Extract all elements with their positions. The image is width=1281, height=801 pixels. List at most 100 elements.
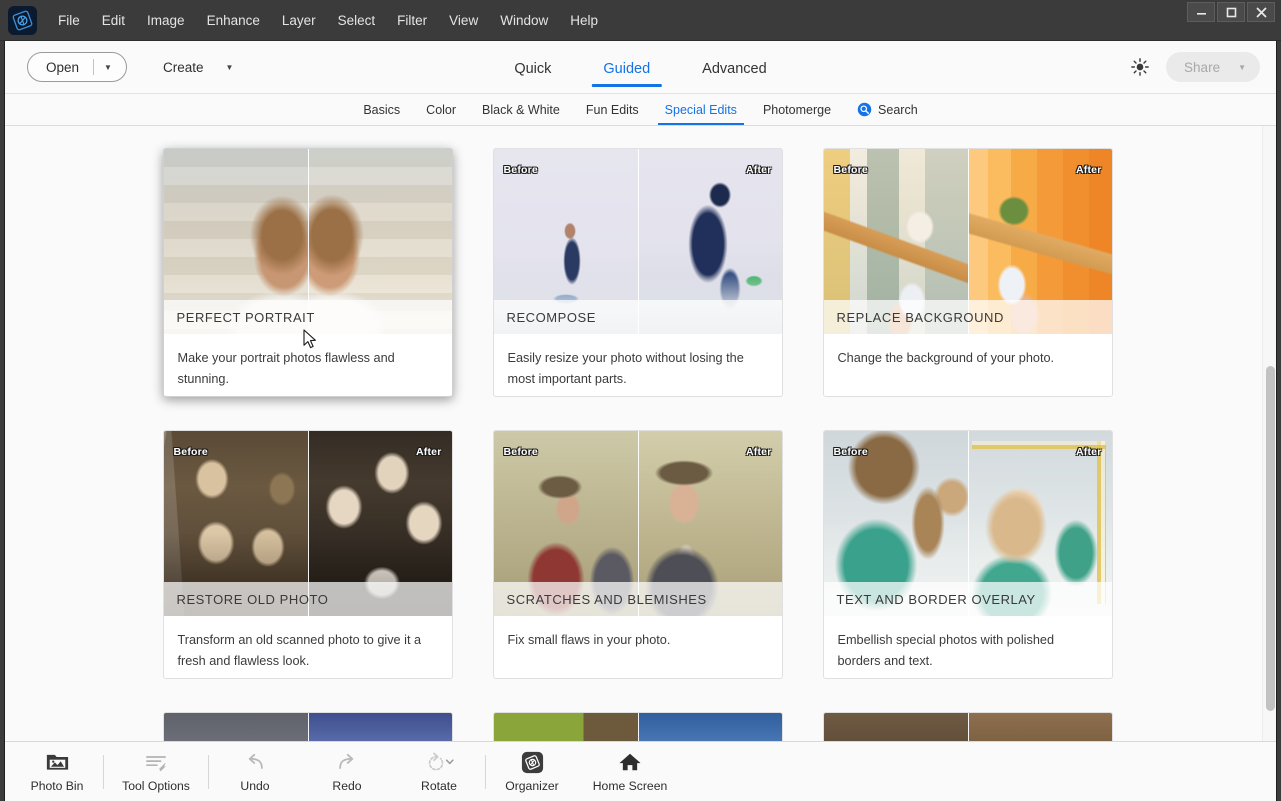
window-controls bbox=[1187, 2, 1275, 22]
menu-item-edit[interactable]: Edit bbox=[91, 8, 136, 33]
search-label: Search bbox=[878, 102, 918, 117]
guided-edits-next-row bbox=[5, 712, 1262, 741]
chevron-down-icon[interactable]: ▼ bbox=[94, 63, 126, 72]
card-title-band: PERFECT PORTRAIT bbox=[163, 300, 452, 334]
menu-item-view[interactable]: View bbox=[438, 8, 489, 33]
guided-edit-card-replace-background[interactable]: Before After REPLACE BACKGROUND Change t… bbox=[822, 148, 1113, 397]
redo-button[interactable]: Redo bbox=[301, 742, 393, 801]
minimize-button[interactable] bbox=[1187, 2, 1215, 22]
guided-edit-card-partial[interactable] bbox=[822, 712, 1113, 741]
redo-arrow-icon bbox=[335, 750, 359, 774]
subtab-photomerge[interactable]: Photomerge bbox=[750, 94, 844, 125]
search-button[interactable]: Search bbox=[844, 94, 931, 125]
open-button[interactable]: Open ▼ bbox=[27, 52, 127, 82]
menu-item-layer[interactable]: Layer bbox=[271, 8, 327, 33]
subtab-black-and-white[interactable]: Black & White bbox=[469, 94, 573, 125]
card-title-band: SCRATCHES AND BLEMISHES bbox=[493, 582, 782, 616]
open-button-label: Open bbox=[46, 59, 80, 75]
before-image bbox=[493, 713, 638, 741]
card-title-band: REPLACE BACKGROUND bbox=[823, 300, 1112, 334]
mode-tab-group: Quick Guided Advanced bbox=[488, 41, 792, 93]
guided-edit-card-partial[interactable] bbox=[162, 712, 453, 741]
card-title-band: TEXT AND BORDER OVERLAY bbox=[823, 582, 1112, 616]
close-button[interactable] bbox=[1247, 2, 1275, 22]
scrollbar-thumb[interactable] bbox=[1266, 366, 1275, 711]
rotate-button[interactable]: Rotate bbox=[393, 742, 485, 801]
menu-item-filter[interactable]: Filter bbox=[386, 8, 438, 33]
bottom-toolbar: Photo Bin Tool Options Undo Redo Rotate … bbox=[5, 741, 1276, 801]
menu-bar: File Edit Image Enhance Layer Select Fil… bbox=[47, 0, 609, 40]
maximize-button[interactable] bbox=[1217, 2, 1245, 22]
guided-edit-card-scratches-and-blemishes[interactable]: Before After SCRATCHES AND BLEMISHES Fix… bbox=[492, 430, 783, 679]
menu-item-select[interactable]: Select bbox=[327, 8, 387, 33]
editor-header-bar: Open ▼ Create ▼ Quick Guided Advanced Sh… bbox=[5, 41, 1276, 94]
after-label: After bbox=[1075, 164, 1102, 176]
organizer-label: Organizer bbox=[505, 779, 559, 793]
create-button-label: Create bbox=[162, 59, 204, 75]
menu-item-window[interactable]: Window bbox=[489, 8, 559, 33]
guided-edit-card-recompose[interactable]: Before After RECOMPOSE Easily resize you… bbox=[492, 148, 783, 397]
after-label: After bbox=[1075, 446, 1102, 458]
photo-bin-button[interactable]: Photo Bin bbox=[11, 742, 103, 801]
card-preview-image: Before After RESTORE OLD PHOTO bbox=[163, 431, 452, 616]
guided-edits-grid: PERFECT PORTRAIT Make your portrait phot… bbox=[5, 148, 1262, 679]
subtab-color[interactable]: Color bbox=[413, 94, 469, 125]
vertical-scrollbar[interactable] bbox=[1262, 126, 1276, 741]
before-label: Before bbox=[503, 446, 538, 458]
tab-advanced[interactable]: Advanced bbox=[690, 42, 779, 94]
card-description: Transform an old scanned photo to give i… bbox=[177, 633, 422, 668]
undo-arrow-icon bbox=[243, 750, 267, 774]
undo-label: Undo bbox=[240, 779, 270, 793]
subtab-fun-edits[interactable]: Fun Edits bbox=[573, 94, 652, 125]
undo-button[interactable]: Undo bbox=[209, 742, 301, 801]
card-title-band: RECOMPOSE bbox=[493, 300, 782, 334]
card-description: Embellish special photos with polished b… bbox=[837, 633, 1055, 668]
home-screen-button[interactable]: Home Screen bbox=[578, 742, 682, 801]
redo-label: Redo bbox=[332, 779, 362, 793]
title-menu-bar: File Edit Image Enhance Layer Select Fil… bbox=[0, 0, 1281, 41]
guided-edits-content: PERFECT PORTRAIT Make your portrait phot… bbox=[5, 126, 1262, 741]
brightness-icon[interactable] bbox=[1130, 57, 1150, 77]
photoshop-elements-icon bbox=[8, 5, 37, 35]
guided-edit-card-restore-old-photo[interactable]: Before After RESTORE OLD PHOTO Transform… bbox=[162, 430, 453, 679]
chevron-down-icon[interactable]: ▼ bbox=[1220, 63, 1246, 72]
after-label: After bbox=[745, 164, 772, 176]
organizer-icon bbox=[520, 750, 545, 774]
guided-edit-card-text-and-border-overlay[interactable]: Before After TEXT AND BORDER OVERLAY Emb… bbox=[822, 430, 1113, 679]
share-button[interactable]: Share ▼ bbox=[1166, 52, 1260, 82]
card-preview-image: PERFECT PORTRAIT bbox=[163, 149, 452, 334]
organizer-button[interactable]: Organizer bbox=[486, 742, 578, 801]
tab-quick[interactable]: Quick bbox=[502, 42, 563, 94]
application-window: File Edit Image Enhance Layer Select Fil… bbox=[0, 0, 1281, 801]
before-label: Before bbox=[833, 164, 868, 176]
editor-shell: Open ▼ Create ▼ Quick Guided Advanced Sh… bbox=[4, 41, 1277, 801]
after-image bbox=[307, 713, 452, 741]
chevron-down-icon[interactable]: ▼ bbox=[203, 63, 233, 72]
after-label: After bbox=[745, 446, 772, 458]
subtab-special-edits[interactable]: Special Edits bbox=[652, 94, 750, 125]
subtab-basics[interactable]: Basics bbox=[350, 94, 413, 125]
header-right-group: Share ▼ bbox=[1130, 52, 1260, 82]
tab-guided[interactable]: Guided bbox=[591, 42, 662, 94]
before-label: Before bbox=[503, 164, 538, 176]
before-label: Before bbox=[833, 446, 868, 458]
before-image bbox=[823, 713, 968, 741]
menu-item-image[interactable]: Image bbox=[136, 8, 196, 33]
tool-options-label: Tool Options bbox=[122, 779, 190, 793]
before-after-divider bbox=[967, 713, 969, 741]
guided-edit-card-partial[interactable] bbox=[492, 712, 783, 741]
tool-options-button[interactable]: Tool Options bbox=[104, 742, 208, 801]
before-after-divider bbox=[637, 713, 639, 741]
guided-edit-card-perfect-portrait[interactable]: PERFECT PORTRAIT Make your portrait phot… bbox=[162, 148, 453, 397]
card-preview-image: Before After REPLACE BACKGROUND bbox=[823, 149, 1112, 334]
card-preview-image: Before After SCRATCHES AND BLEMISHES bbox=[493, 431, 782, 616]
menu-item-file[interactable]: File bbox=[47, 8, 91, 33]
create-button[interactable]: Create ▼ bbox=[157, 52, 239, 82]
card-title: RESTORE OLD PHOTO bbox=[176, 591, 329, 607]
guided-category-tabs: Basics Color Black & White Fun Edits Spe… bbox=[5, 94, 1276, 126]
menu-item-enhance[interactable]: Enhance bbox=[196, 8, 271, 33]
after-image bbox=[637, 713, 782, 741]
before-after-divider bbox=[307, 713, 309, 741]
menu-item-help[interactable]: Help bbox=[559, 8, 609, 33]
after-image bbox=[967, 713, 1112, 741]
